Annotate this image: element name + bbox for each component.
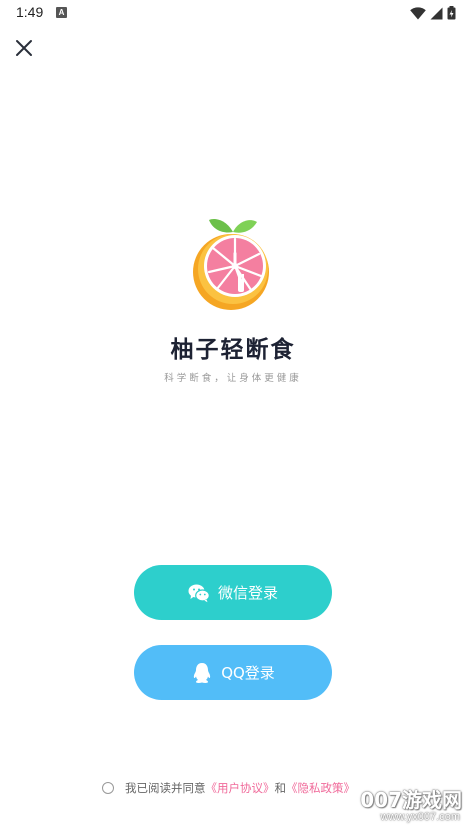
status-bar: 1:49 A bbox=[0, 0, 466, 26]
signal-icon bbox=[430, 5, 443, 24]
agreement-conjunction: 和 bbox=[274, 781, 287, 795]
agreement-row: 我已阅读并同意 《用户协议》 和 《隐私政策》 bbox=[102, 780, 355, 796]
status-time: 1:49 bbox=[16, 4, 44, 20]
wifi-icon bbox=[410, 5, 426, 24]
qq-login-label: QQ登录 bbox=[221, 664, 275, 682]
wechat-login-button[interactable]: 微信登录 bbox=[134, 565, 332, 620]
grapefruit-clock-logo-icon bbox=[193, 219, 269, 310]
wechat-login-label: 微信登录 bbox=[217, 584, 278, 602]
qq-icon bbox=[191, 662, 213, 684]
qq-login-button[interactable]: QQ登录 bbox=[134, 645, 332, 700]
close-button[interactable] bbox=[12, 36, 36, 60]
notification-app-icon: A bbox=[56, 7, 67, 18]
wechat-icon bbox=[188, 582, 210, 604]
app-logo bbox=[189, 214, 277, 314]
watermark-brand: 007游戏网 bbox=[360, 788, 462, 812]
app-title: 柚子轻断食 bbox=[170, 337, 296, 363]
app-slogan: 科学断食，让身体更健康 bbox=[164, 373, 302, 384]
agreement-checkbox[interactable] bbox=[102, 782, 114, 794]
agreement-prefix: 我已阅读并同意 bbox=[125, 781, 206, 795]
watermark-url: www.yx007.com bbox=[380, 811, 460, 823]
close-icon bbox=[16, 40, 32, 56]
status-icons bbox=[410, 5, 456, 24]
privacy-policy-link[interactable]: 《隐私政策》 bbox=[286, 780, 355, 796]
battery-icon bbox=[447, 5, 456, 24]
user-agreement-link[interactable]: 《用户协议》 bbox=[206, 780, 275, 796]
watermark: 007游戏网 www.yx007.com bbox=[348, 784, 462, 828]
